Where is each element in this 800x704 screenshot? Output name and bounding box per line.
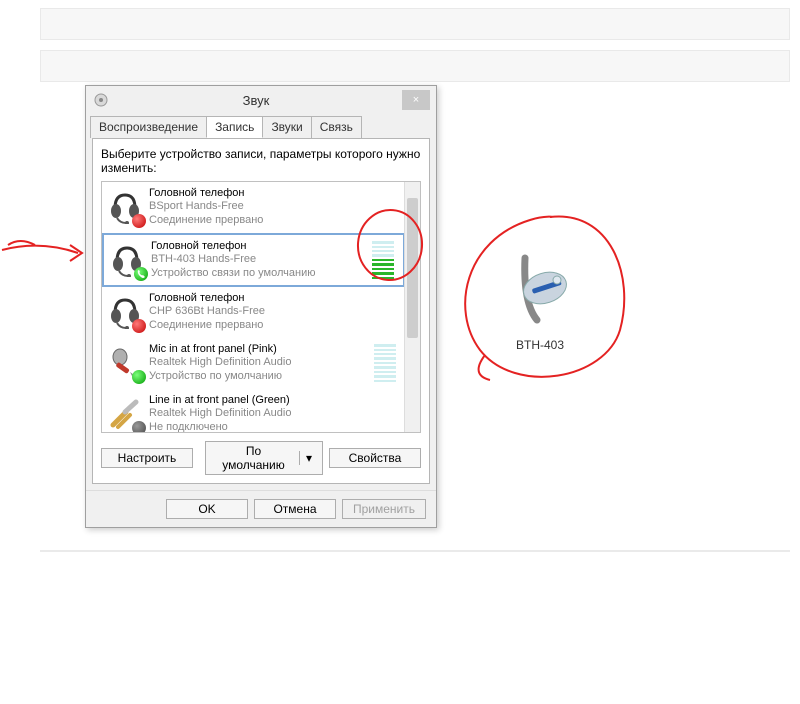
headset-icon: [107, 294, 143, 330]
instruction-label: Выберите устройство записи, параметры ко…: [101, 147, 421, 175]
device-item[interactable]: Головной телефонCHP 636Bt Hands-FreeСоед…: [102, 287, 405, 338]
tab-strip: ВоспроизведениеЗаписьЗвукиСвязь: [86, 116, 436, 138]
device-text: Головной телефонBSport Hands-FreeСоедине…: [149, 187, 400, 227]
status-badge: [132, 421, 146, 433]
device-text: Головной телефонBTH-403 Hands-FreeУстрой…: [151, 240, 372, 280]
device-text: Line in at front panel (Green)Realtek Hi…: [149, 394, 400, 433]
level-meter: [374, 344, 396, 382]
device-text: Mic in at front panel (Pink)Realtek High…: [149, 343, 374, 383]
device-item[interactable]: Головной телефонBSport Hands-FreeСоедине…: [102, 182, 405, 233]
jack-icon: [107, 396, 143, 432]
sound-dialog: Звук × ВоспроизведениеЗаписьЗвукиСвязь В…: [85, 85, 437, 528]
status-badge: [132, 370, 146, 384]
set-default-label: По умолчанию: [216, 444, 291, 472]
headset-icon: [109, 242, 145, 278]
chevron-down-icon: ▾: [299, 451, 312, 465]
bg-bar: [40, 50, 790, 82]
tab-связь[interactable]: Связь: [311, 116, 362, 138]
status-badge: [134, 267, 148, 281]
tab-воспроизведение[interactable]: Воспроизведение: [90, 116, 207, 138]
status-badge: [132, 214, 146, 228]
bg-bar: [40, 8, 790, 40]
device-item[interactable]: Mic in at front panel (Pink)Realtek High…: [102, 338, 405, 389]
headset-icon: [107, 189, 143, 225]
cancel-button[interactable]: Отмена: [254, 499, 336, 519]
tab-запись[interactable]: Запись: [206, 116, 263, 138]
bluetooth-headset-icon: [505, 248, 575, 328]
dialog-title: Звук: [110, 93, 402, 108]
sound-cpl-icon: [93, 92, 109, 108]
device-item[interactable]: Line in at front panel (Green)Realtek Hi…: [102, 389, 405, 433]
close-button[interactable]: ×: [402, 90, 430, 110]
arrow-annotation-icon: [0, 235, 95, 275]
apply-button[interactable]: Применить: [342, 499, 426, 519]
tab-звуки[interactable]: Звуки: [262, 116, 311, 138]
tab-body: Выберите устройство записи, параметры ко…: [92, 138, 430, 484]
device-list[interactable]: Головной телефонBSport Hands-FreeСоедине…: [101, 181, 421, 433]
device-item[interactable]: Головной телефонBTH-403 Hands-FreeУстрой…: [102, 233, 405, 287]
scroll-thumb[interactable]: [407, 198, 418, 338]
configure-button[interactable]: Настроить: [101, 448, 193, 468]
bottom-buttons: Настроить По умолчанию ▾ Свойства: [101, 441, 421, 475]
titlebar: Звук ×: [86, 86, 436, 114]
device-text: Головной телефонCHP 636Bt Hands-FreeСоед…: [149, 292, 400, 332]
dialog-footer: OK Отмена Применить: [86, 490, 436, 527]
level-meter: [372, 241, 394, 279]
bluetooth-device-panel: BTH-403: [470, 230, 610, 370]
set-default-button[interactable]: По умолчанию ▾: [205, 441, 323, 475]
properties-button[interactable]: Свойства: [329, 448, 421, 468]
scrollbar[interactable]: [404, 182, 420, 432]
mic-icon: [107, 345, 143, 381]
divider: [40, 550, 790, 552]
ok-button[interactable]: OK: [166, 499, 248, 519]
bluetooth-device-label: BTH-403: [516, 338, 564, 352]
status-badge: [132, 319, 146, 333]
